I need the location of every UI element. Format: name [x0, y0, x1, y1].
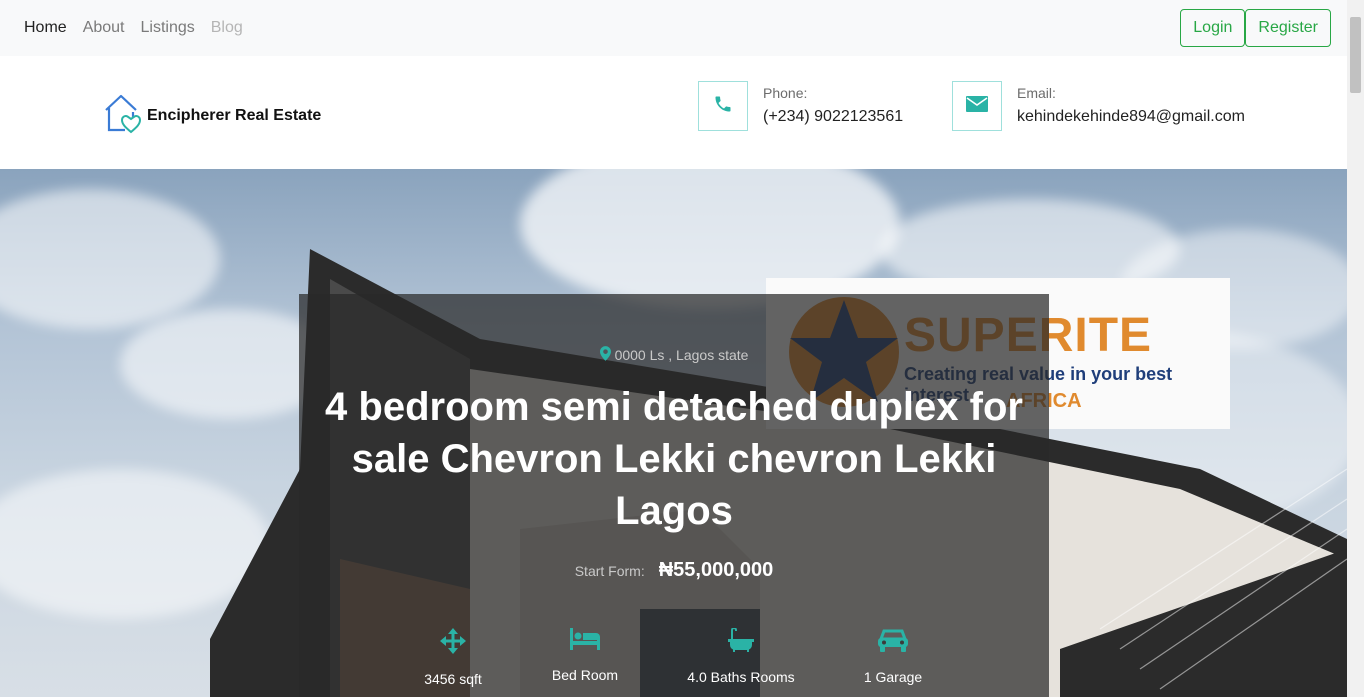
- phone-label: Phone:: [763, 85, 808, 101]
- auth-buttons: Login Register: [1180, 9, 1331, 47]
- phone-value[interactable]: (+234) 9022123561: [763, 108, 903, 126]
- location: 0000 Ls , Lagos state: [299, 346, 1049, 364]
- feature-bedroom-label: Bed Room: [551, 667, 619, 683]
- feature-area-label: 3456 sqft: [424, 671, 482, 687]
- feature-baths: 4.0 Baths Rooms: [676, 627, 806, 685]
- brand[interactable]: Encipherer Real Estate: [103, 92, 321, 139]
- nav-links: Home About Listings Blog: [24, 19, 243, 37]
- listing-title: 4 bedroom semi detached duplex for sale …: [325, 385, 1023, 533]
- house-heart-logo-icon: [103, 92, 143, 139]
- bath-icon: [728, 627, 754, 657]
- email-value[interactable]: kehindekehinde894@gmail.com: [1017, 108, 1245, 126]
- nav-link-about[interactable]: About: [83, 19, 125, 37]
- site-header: Encipherer Real Estate Phone: (+234) 902…: [0, 56, 1347, 169]
- scrollbar-thumb[interactable]: [1350, 17, 1361, 93]
- top-navbar: Home About Listings Blog Login Register: [0, 0, 1347, 56]
- envelope-icon: [966, 95, 988, 117]
- listing-overlay: 0000 Ls , Lagos state 4 bedroom semi det…: [299, 294, 1049, 697]
- nav-link-listings[interactable]: Listings: [141, 19, 195, 37]
- feature-area: 3456 sqft: [388, 628, 518, 687]
- price-label: Start Form:: [574, 563, 645, 579]
- email-label: Email:: [1017, 85, 1056, 101]
- nav-link-blog[interactable]: Blog: [211, 19, 243, 37]
- feature-bedroom: Bed Room: [520, 628, 650, 683]
- email-icon-box: [952, 81, 1002, 131]
- price-value: ₦55,000,000: [658, 559, 774, 581]
- email-contact: Email: kehindekehinde894@gmail.com: [952, 81, 1245, 131]
- price-row: Start Form: ₦55,000,000: [299, 559, 1049, 582]
- brand-name: Encipherer Real Estate: [147, 106, 322, 124]
- phone-contact: Phone: (+234) 9022123561: [698, 81, 903, 131]
- feature-garage: 1 Garage: [828, 628, 958, 685]
- login-button[interactable]: Login: [1180, 9, 1246, 47]
- map-marker-icon: [599, 346, 611, 364]
- arrows-alt-icon: [440, 628, 466, 659]
- feature-baths-label: 4.0 Baths Rooms: [687, 669, 795, 685]
- bed-icon: [570, 628, 600, 655]
- feature-garage-label: 1 Garage: [863, 669, 923, 685]
- register-button[interactable]: Register: [1245, 9, 1331, 47]
- car-icon: [878, 628, 908, 657]
- location-text: 0000 Ls , Lagos state: [614, 347, 749, 363]
- nav-link-home[interactable]: Home: [24, 19, 67, 37]
- hero-section: SUPERITE Creating real value in your bes…: [0, 169, 1347, 697]
- page-scrollbar[interactable]: [1347, 0, 1364, 697]
- phone-icon: [713, 94, 733, 119]
- phone-icon-box: [698, 81, 748, 131]
